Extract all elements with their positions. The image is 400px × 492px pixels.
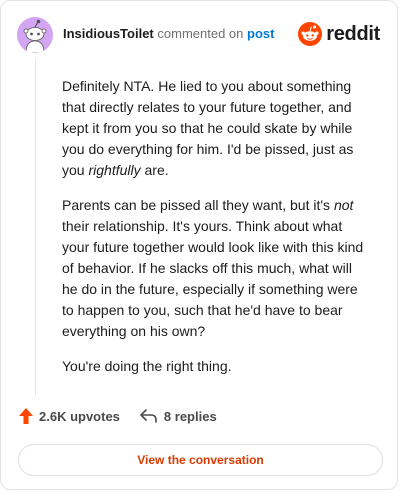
replies-button[interactable]: 8 replies [140,409,217,424]
action-text: commented on [157,26,244,41]
post-link[interactable]: post [247,26,274,41]
comment-paragraph-2: Parents can be pissed all they want, but… [62,197,364,339]
reddit-alien-icon [298,22,323,46]
reply-count: 8 replies [163,408,217,424]
view-conversation-button[interactable]: View the conversation [18,444,383,476]
comment-header: InsidiousToilet commented on post [63,26,274,42]
comment-paragraph-3: You're doing the right thing. [62,358,232,374]
embed-card: InsidiousToilet commented on post reddit… [0,0,398,490]
upvote-button[interactable]: 2.6K upvotes [19,408,120,424]
upvote-count: 2.6K upvotes [39,408,120,424]
comment-footer: 2.6K upvotes 8 replies [19,408,217,424]
username-link[interactable]: InsidiousToilet [63,26,154,41]
thread-line [35,59,36,395]
user-avatar[interactable] [17,17,53,53]
reddit-wordmark: reddit [326,23,380,45]
comment-body: Definitely NTA. He lied to you about som… [62,76,368,391]
reply-arrow-icon [140,409,157,423]
upvote-arrow-icon [19,408,33,424]
reddit-logo[interactable]: reddit [298,22,380,46]
comment-paragraph-1: Definitely NTA. He lied to you about som… [62,78,354,178]
snoo-avatar-icon [17,17,53,53]
